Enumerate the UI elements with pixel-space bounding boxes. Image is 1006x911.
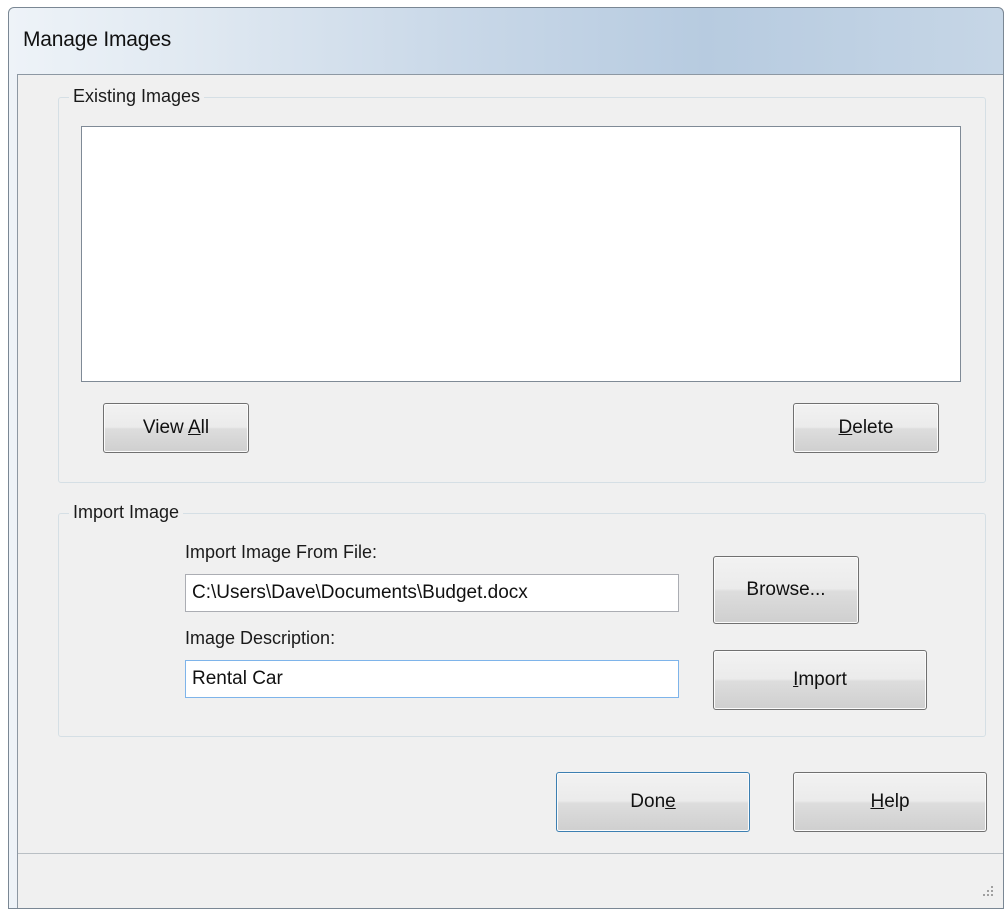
import-image-group: Import Image Import Image From File: Bro… <box>58 502 986 737</box>
import-image-legend: Import Image <box>69 502 184 523</box>
import-button[interactable]: Import <box>713 650 927 710</box>
import-file-label: Import Image From File: <box>185 542 378 562</box>
help-label: Help <box>870 791 910 812</box>
delete-label: Delete <box>838 417 894 438</box>
import-label: Import <box>793 669 847 690</box>
image-description-label: Image Description: <box>185 628 336 648</box>
help-button[interactable]: Help <box>793 772 987 832</box>
manage-images-dialog: Manage Images Existing Images View All D… <box>8 7 1004 909</box>
existing-images-legend: Existing Images <box>69 86 205 107</box>
browse-label: Browse... <box>746 579 826 600</box>
done-label: Done <box>630 791 676 812</box>
view-all-button[interactable]: View All <box>103 403 249 453</box>
done-button[interactable]: Done <box>556 772 750 832</box>
resize-grip-icon[interactable] <box>980 883 994 897</box>
dialog-client-area: Existing Images View All Delete Import I… <box>17 74 1003 908</box>
window-title: Manage Images <box>23 28 171 51</box>
existing-images-list[interactable] <box>81 126 961 382</box>
image-description-input[interactable] <box>185 660 679 698</box>
import-file-input[interactable] <box>185 574 679 612</box>
view-all-label: View All <box>142 417 210 438</box>
existing-images-group: Existing Images View All Delete <box>58 86 986 483</box>
status-bar <box>18 853 1003 908</box>
browse-button[interactable]: Browse... <box>713 556 859 624</box>
delete-button[interactable]: Delete <box>793 403 939 453</box>
title-bar[interactable]: Manage Images <box>9 8 1003 73</box>
